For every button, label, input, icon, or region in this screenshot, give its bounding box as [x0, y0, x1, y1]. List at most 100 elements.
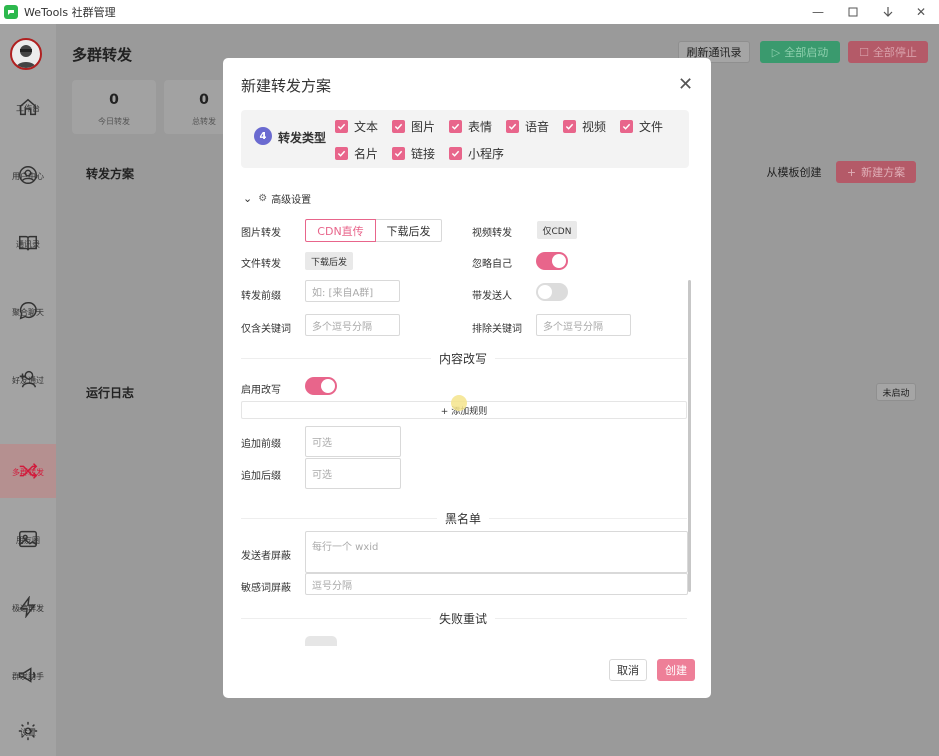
append-prefix-input[interactable]: 可选: [305, 426, 401, 457]
forward-type-section: 4 转发类型 文本 图片 表情 语音 视频 文件 名片 链接 小程序: [241, 110, 689, 168]
new-plan-label: 新建方案: [861, 166, 906, 179]
minimize-icon[interactable]: —: [800, 0, 836, 24]
chevron-down-icon: ⌄: [243, 192, 253, 205]
new-plan-button[interactable]: + 新建方案: [836, 161, 916, 183]
sensitive-block-input[interactable]: 逗号分隔: [305, 573, 688, 595]
play-icon: ▷: [771, 45, 781, 59]
check-icon: [392, 120, 405, 133]
video-forward-label: 视频转发: [472, 228, 512, 239]
retry-section-title: 失败重试: [431, 610, 496, 627]
include-keywords-input[interactable]: 多个逗号分隔: [305, 314, 400, 336]
sidebar-item-label: 设置: [20, 728, 36, 737]
close-icon[interactable]: ✕: [678, 74, 693, 95]
sidebar-item-multi-forward[interactable]: 多群转发: [0, 444, 56, 498]
sidebar-item-quick-send[interactable]: 极速群发: [0, 580, 56, 634]
ignore-self-toggle[interactable]: [536, 252, 568, 270]
forward-type-title: 转发类型: [278, 131, 327, 145]
cancel-button[interactable]: 取消: [609, 659, 647, 681]
image-forward-option-download[interactable]: 下载后发: [376, 219, 442, 242]
sidebar-item-label: 工作台: [16, 104, 40, 113]
start-all-button[interactable]: ▷ 全部启动: [760, 41, 840, 63]
plus-icon: +: [846, 165, 857, 179]
sender-block-textarea[interactable]: 每行一个 wxid: [305, 531, 688, 573]
checkbox-label: 名片: [354, 147, 379, 161]
sidebar-item-friend-accept[interactable]: 好友通过: [0, 352, 56, 406]
file-forward-select[interactable]: 下载后发: [305, 252, 353, 270]
ignore-self-label: 忽略自己: [472, 259, 512, 270]
plans-title: 转发方案: [86, 167, 135, 181]
avatar[interactable]: [10, 38, 42, 70]
sidebar-item-label: 朋友圈: [16, 536, 40, 545]
check-icon: [335, 147, 348, 160]
sidebar-item-label: 多群转发: [12, 468, 44, 477]
checkbox-image[interactable]: 图片: [392, 118, 435, 135]
check-icon: [620, 120, 633, 133]
exclude-keywords-label: 排除关键词: [472, 324, 522, 335]
toggle-knob: [321, 379, 335, 393]
sidebar-item-moments[interactable]: 朋友圈: [0, 512, 56, 566]
toggle-knob: [552, 254, 566, 268]
stop-all-label: 全部停止: [872, 46, 917, 59]
checkbox-voice[interactable]: 语音: [506, 118, 549, 135]
close-icon[interactable]: ✕: [903, 0, 939, 24]
page-title: 多群转发: [72, 46, 133, 64]
retry-toggle[interactable]: [305, 636, 337, 646]
stop-all-button[interactable]: ☐ 全部停止: [848, 41, 928, 63]
exclude-keywords-input[interactable]: 多个逗号分隔: [536, 314, 631, 336]
forward-prefix-label: 转发前缀: [241, 291, 281, 302]
sidebar-item-label: 群发助手: [12, 672, 44, 681]
stat-value: 0: [109, 92, 119, 108]
start-all-label: 全部启动: [784, 46, 829, 59]
checkbox-label: 图片: [411, 120, 436, 134]
advanced-settings-toggle[interactable]: ⌄ ⚙ 高级设置: [243, 191, 311, 206]
check-icon: [392, 147, 405, 160]
stat-label: 今日转发: [98, 117, 130, 126]
checkbox-card[interactable]: 名片: [335, 145, 378, 162]
check-icon: [506, 120, 519, 133]
mouse-cursor-highlight: [451, 395, 467, 411]
checkbox-miniprogram[interactable]: 小程序: [449, 145, 504, 162]
checkbox-text[interactable]: 文本: [335, 118, 378, 135]
checkbox-link[interactable]: 链接: [392, 145, 435, 162]
check-icon: [449, 120, 462, 133]
sidebar-item-label: 通讯录: [16, 240, 40, 249]
checkbox-label: 链接: [411, 147, 436, 161]
enable-rewrite-toggle[interactable]: [305, 377, 337, 395]
checkbox-label: 小程序: [468, 147, 505, 161]
sidebar-item-user-center[interactable]: 用户中心: [0, 148, 56, 202]
image-forward-label: 图片转发: [241, 228, 281, 239]
create-button[interactable]: 创建: [657, 659, 695, 681]
checkbox-label: 视频: [582, 120, 607, 134]
forward-prefix-input[interactable]: 如: [来自A群]: [305, 280, 400, 302]
check-icon: [563, 120, 576, 133]
image-forward-option-cdn[interactable]: CDN直传: [305, 219, 376, 242]
checkbox-label: 语音: [525, 120, 550, 134]
with-sender-toggle[interactable]: [536, 283, 568, 301]
sidebar-item-mass-send[interactable]: 群发助手: [0, 648, 56, 702]
sidebar-item-contacts[interactable]: 通讯录: [0, 216, 56, 270]
video-forward-select[interactable]: 仅CDN: [537, 221, 577, 239]
title-bar: WeTools 社群管理 — ✕: [0, 0, 939, 24]
sensitive-block-label: 敏感词屏蔽: [241, 583, 291, 594]
scrollbar[interactable]: [688, 280, 691, 592]
checkbox-file[interactable]: 文件: [620, 118, 663, 135]
rewrite-section-title: 内容改写: [431, 350, 496, 367]
download-icon[interactable]: [870, 0, 906, 24]
include-keywords-label: 仅含关键词: [241, 324, 291, 335]
sidebar-item-settings[interactable]: 设置: [0, 704, 56, 756]
from-template-button[interactable]: 从模板创建: [760, 161, 828, 183]
checkbox-video[interactable]: 视频: [563, 118, 606, 135]
gear-icon: ⚙: [258, 193, 268, 204]
stat-card-today: 0 今日转发: [72, 80, 156, 134]
dialog-title: 新建转发方案: [241, 77, 332, 95]
app-logo-icon: [4, 5, 18, 19]
stop-icon: ☐: [859, 45, 869, 59]
maximize-icon[interactable]: [835, 0, 871, 24]
sidebar-item-workbench[interactable]: 工作台: [0, 80, 56, 134]
checkbox-emoji[interactable]: 表情: [449, 118, 492, 135]
file-forward-label: 文件转发: [241, 259, 281, 270]
check-icon: [449, 147, 462, 160]
append-suffix-input[interactable]: 可选: [305, 458, 401, 489]
sidebar-item-chat[interactable]: 聚合聊天: [0, 284, 56, 338]
checkbox-label: 文件: [639, 120, 664, 134]
